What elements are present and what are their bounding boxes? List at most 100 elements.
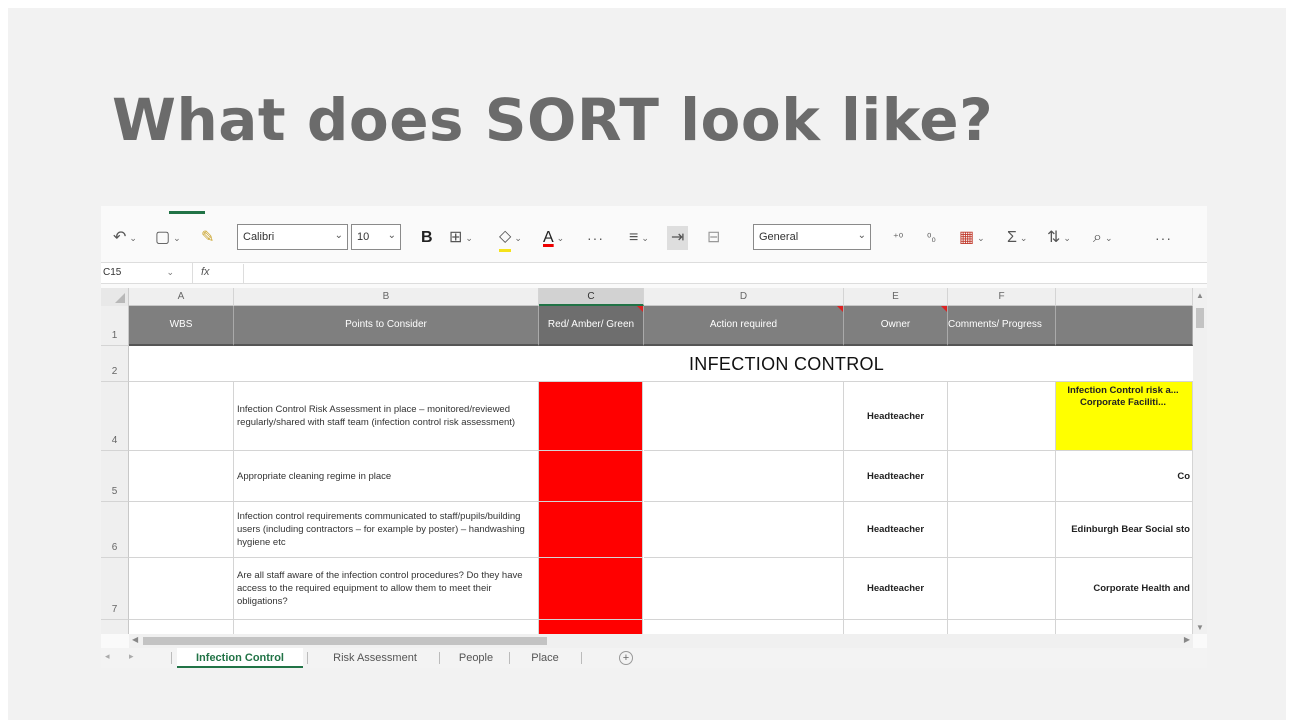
format-painter-button[interactable]: ✎ (201, 226, 214, 250)
font-size-dropdown[interactable]: 10 ⌄ (351, 224, 401, 250)
increase-decimal-button[interactable]: ⁺⁰ (893, 226, 903, 250)
action-cell[interactable] (644, 451, 844, 502)
select-all-button[interactable] (101, 288, 129, 306)
scroll-down-icon[interactable]: ▼ (1196, 623, 1204, 632)
number-format-dropdown[interactable]: General ⌄ (753, 224, 871, 250)
tab-place[interactable]: Place (515, 648, 575, 668)
header-cell-owner[interactable]: Owner (844, 306, 948, 346)
tab-next-icon[interactable]: ▸ (129, 651, 134, 662)
reference-cell[interactable]: Edinburgh Bear Social sto (1056, 502, 1193, 558)
wbs-cell[interactable] (129, 451, 234, 502)
column-header-g[interactable] (1056, 288, 1193, 306)
column-header-e[interactable]: E (844, 288, 948, 306)
scroll-left-icon[interactable]: ◀ (132, 635, 138, 644)
wbs-cell[interactable] (129, 382, 234, 451)
owner-cell[interactable]: Headteacher (844, 451, 948, 502)
wrap-text-button[interactable]: ⇥ (667, 226, 689, 250)
header-cell-extra[interactable] (1056, 306, 1193, 346)
vertical-scroll-thumb[interactable] (1196, 308, 1204, 328)
header-cell-points[interactable]: Points to Consider (234, 306, 539, 346)
scroll-up-icon[interactable]: ▲ (1196, 291, 1204, 300)
row-header[interactable] (101, 620, 129, 634)
column-header-c[interactable]: C (539, 288, 644, 306)
header-cell-rag[interactable]: Red/ Amber/ Green (539, 306, 644, 346)
owner-cell[interactable]: Headteacher (844, 382, 948, 451)
owner-cell[interactable]: Headteacher (844, 502, 948, 558)
action-cell[interactable] (644, 502, 844, 558)
fx-icon[interactable]: fx (201, 266, 210, 278)
decrease-decimal-button[interactable]: ⁰₀ (927, 226, 936, 250)
header-cell-wbs[interactable]: WBS (129, 306, 234, 346)
reference-cell[interactable]: Infection Control risk a... Corporate Fa… (1056, 382, 1193, 451)
name-box[interactable]: C15 ⌄ (101, 263, 193, 284)
row-header[interactable]: 7 (101, 558, 129, 620)
column-header-f[interactable]: F (948, 288, 1056, 306)
chevron-down-icon: ⌄ (1019, 232, 1028, 243)
action-cell[interactable] (644, 558, 844, 620)
merge-button[interactable]: ⊟ (707, 226, 720, 250)
scroll-right-icon[interactable]: ▶ (1184, 635, 1190, 644)
points-cell[interactable]: Appropriate cleaning regime in place (234, 451, 539, 502)
column-header-a[interactable]: A (129, 288, 234, 306)
points-cell[interactable]: Are all staff aware of the infection con… (234, 558, 539, 620)
rag-cell[interactable] (539, 620, 643, 634)
undo-button[interactable]: ↶ ⌄ (113, 226, 137, 250)
wbs-cell[interactable] (129, 558, 234, 620)
row-header[interactable]: 5 (101, 451, 129, 502)
more-font-options-button[interactable]: ··· (587, 226, 604, 250)
horizontal-scrollbar[interactable]: ◀ ▶ (129, 634, 1193, 648)
add-sheet-icon[interactable]: + (619, 651, 633, 665)
vertical-scrollbar[interactable]: ▲ ▼ (1193, 288, 1207, 634)
comments-cell[interactable] (948, 502, 1056, 558)
paste-button[interactable]: ▢ ⌄ (155, 226, 181, 250)
rag-cell[interactable] (539, 382, 643, 451)
align-button[interactable]: ≡ ⌄ (629, 226, 649, 250)
comments-cell[interactable] (948, 620, 1056, 634)
points-cell[interactable]: Infection control requirements communica… (234, 502, 539, 558)
sort-filter-button[interactable]: ⇅ ⌄ (1047, 226, 1071, 250)
header-cell-comments[interactable]: Comments/ Progress (948, 306, 1056, 346)
more-options-button[interactable]: ··· (1155, 226, 1172, 250)
row-header[interactable]: 1 (101, 306, 129, 346)
tab-prev-icon[interactable]: ◂ (105, 651, 110, 662)
points-cell[interactable] (234, 620, 539, 634)
tab-risk-assessment[interactable]: Risk Assessment (313, 648, 437, 668)
points-cell[interactable]: Infection Control Risk Assessment in pla… (234, 382, 539, 451)
find-button[interactable]: ⌕ ⌄ (1093, 226, 1113, 250)
bold-button[interactable]: B (421, 226, 433, 250)
tab-infection-control[interactable]: Infection Control (177, 648, 303, 668)
rag-cell[interactable] (539, 451, 643, 502)
rag-cell[interactable] (539, 502, 643, 558)
action-cell[interactable] (644, 382, 844, 451)
reference-cell[interactable]: Co (1056, 451, 1193, 502)
tab-people[interactable]: People (445, 648, 507, 668)
column-header-d[interactable]: D (644, 288, 844, 306)
comments-cell[interactable] (948, 451, 1056, 502)
autosum-button[interactable]: Σ ⌄ (1007, 226, 1027, 250)
comments-cell[interactable] (948, 382, 1056, 451)
slide-title: What does SORT look like? (112, 86, 994, 154)
comments-cell[interactable] (948, 558, 1056, 620)
formula-bar: C15 ⌄ fx (101, 262, 1207, 284)
font-name-dropdown[interactable]: Calibri ⌄ (237, 224, 348, 250)
borders-button[interactable]: ⊞ ⌄ (449, 226, 473, 250)
owner-cell[interactable]: Headteacher (844, 558, 948, 620)
reference-cell[interactable] (1056, 620, 1193, 634)
row-header[interactable]: 2 (101, 346, 129, 382)
fill-color-button[interactable]: ◇ ⌄ (499, 226, 522, 252)
wbs-cell[interactable] (129, 620, 234, 634)
row-header[interactable]: 6 (101, 502, 129, 558)
conditional-format-button[interactable]: ▦ ⌄ (959, 226, 985, 250)
wbs-cell[interactable] (129, 502, 234, 558)
horizontal-scroll-thumb[interactable] (143, 637, 547, 645)
row-header[interactable]: 4 (101, 382, 129, 451)
column-header-b[interactable]: B (234, 288, 539, 306)
section-row[interactable]: INFECTION CONTROL (129, 346, 1193, 382)
rag-cell[interactable] (539, 558, 643, 620)
header-cell-action[interactable]: Action required (644, 306, 844, 346)
reference-cell[interactable]: Corporate Health and (1056, 558, 1193, 620)
font-color-button[interactable]: A ⌄ (543, 226, 564, 250)
formula-input[interactable] (243, 264, 1203, 283)
owner-cell[interactable] (844, 620, 948, 634)
action-cell[interactable] (644, 620, 844, 634)
